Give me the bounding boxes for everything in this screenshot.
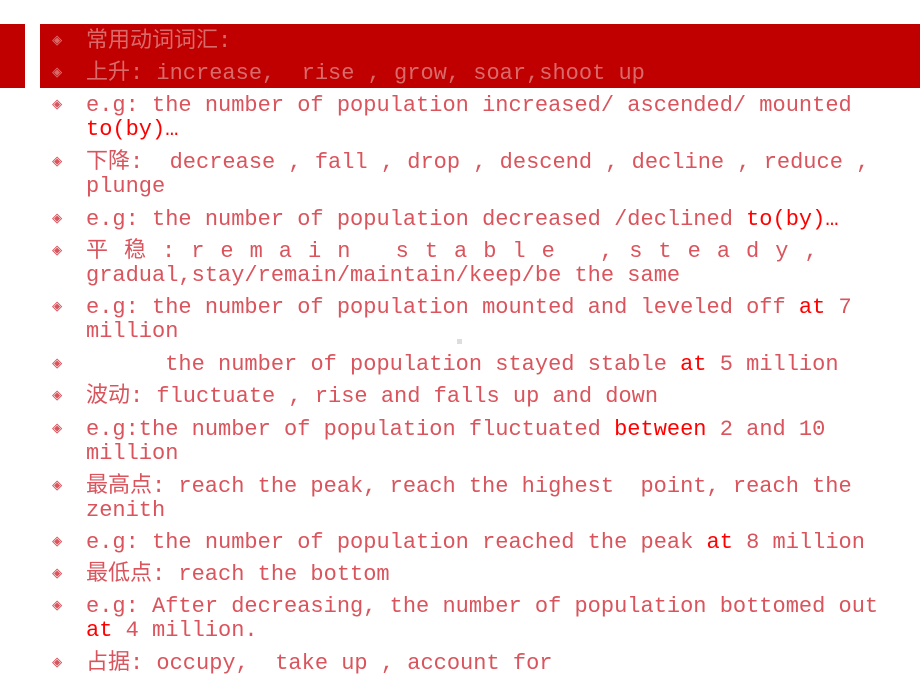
list-item-text: 下降: decrease , fall , drop , descend , d… [86,151,886,199]
highlight-text: at [798,295,826,320]
text-segment: e.g:the number of population fluctuated [86,417,615,442]
highlight-text: at [706,530,733,555]
text-line: 下降: decrease , fall , drop , descend , d… [86,151,886,175]
list-item-text: 占据: occupy, take up , account for [86,652,886,676]
list-item-text: 最高点: reach the peak, reach the highest p… [86,475,886,523]
list-item-text: the number of population stayed stable a… [86,353,886,377]
text-line: 占据: occupy, take up , account for [86,652,886,676]
diamond-bullet-icon: ◈ [52,420,63,439]
diamond-bullet-icon: ◈ [52,242,63,261]
text-line: zenith [86,499,886,523]
text-line: plunge [86,175,886,199]
diamond-bullet-icon: ◈ [52,210,63,229]
text-segment: e.g: the number of population mounted an… [86,295,799,320]
list-item-text: e.g: the number of population mounted an… [86,296,886,344]
text-segment: gradual,stay/remain/maintain/keep/be the… [86,263,681,288]
text-segment: 常用动词词汇: [86,29,232,54]
text-segment: 4 million. [112,618,258,643]
list-item-text: e.g: the number of population increased/… [86,94,886,142]
diamond-bullet-icon: ◈ [52,387,63,406]
text-segment: e.g: the number of population increased/… [86,93,852,118]
text-line: e.g: the number of population mounted an… [86,296,886,320]
highlight-text: to(by)… [746,207,839,232]
diamond-bullet-icon: ◈ [52,654,63,673]
text-segment: e.g: the number of population reached th… [86,530,707,555]
list-item-text: 平稳:remain stable ,steady, gradual,stay/re… [86,240,886,288]
text-segment: 上升: increase, rise , grow, soar,shoot up [86,61,645,86]
diamond-bullet-icon: ◈ [52,477,63,496]
list-item-text: 最低点: reach the bottom [86,563,886,587]
diamond-bullet-icon: ◈ [52,355,63,374]
text-segment: 下降: decrease , fall , drop , descend , d… [86,150,870,175]
text-line: gradual,stay/remain/maintain/keep/be the… [86,264,886,288]
text-segment: 平稳:remain stable ,steady, [86,239,834,264]
text-line: 最高点: reach the peak, reach the highest p… [86,475,886,499]
text-line: 最低点: reach the bottom [86,563,886,587]
text-segment: e.g: the number of population decreased … [86,207,747,232]
text-segment: zenith [86,498,166,523]
text-segment: 8 million [732,530,865,555]
text-segment: 波动: fluctuate , rise and falls up and do… [86,384,659,409]
text-segment: million [86,441,179,466]
text-line: million [86,320,886,344]
list-item-text: e.g:the number of population fluctuated … [86,418,886,466]
text-segment: plunge [86,174,166,199]
text-segment: e.g: After decreasing, the number of pop… [86,594,879,619]
list-item-text: e.g: the number of population decreased … [86,208,886,232]
diamond-bullet-icon: ◈ [52,153,63,172]
text-segment: million [86,319,179,344]
list-item-text: 上升: increase, rise , grow, soar,shoot up [86,62,886,86]
text-line: at 4 million. [86,619,886,643]
text-line: e.g:the number of population fluctuated … [86,418,886,442]
text-segment: 最高点: reach the peak, reach the highest p… [86,474,852,499]
text-line: 常用动词词汇: [86,30,886,54]
diamond-bullet-icon: ◈ [52,96,63,115]
text-segment: the number of population stayed stable [86,352,681,377]
diamond-bullet-icon: ◈ [52,597,63,616]
diamond-bullet-icon: ◈ [52,565,63,584]
diamond-bullet-icon: ◈ [52,64,63,83]
list-item-text: 波动: fluctuate , rise and falls up and do… [86,385,886,409]
text-segment: 5 million [706,352,839,377]
highlight-text: between [614,417,707,442]
highlight-text: at [86,618,113,643]
list-item-text: 常用动词词汇: [86,30,886,54]
text-line: 上升: increase, rise , grow, soar,shoot up [86,62,886,86]
text-line: e.g: After decreasing, the number of pop… [86,595,886,619]
list-item-text: e.g: After decreasing, the number of pop… [86,595,886,643]
text-segment: 最低点: reach the bottom [86,562,390,587]
highlight-text: at [680,352,707,377]
text-line: 波动: fluctuate , rise and falls up and do… [86,385,886,409]
text-line: to(by)… [86,118,886,142]
text-line: e.g: the number of population decreased … [86,208,886,232]
header-accent-block [0,24,25,88]
diamond-bullet-icon: ◈ [52,32,63,51]
text-line: million [86,442,886,466]
text-segment: 7 [825,295,852,320]
diamond-bullet-icon: ◈ [52,533,63,552]
text-line: 平稳:remain stable ,steady, [86,240,886,264]
text-segment: 占据: occupy, take up , account for [86,651,553,676]
text-line: the number of population stayed stable a… [86,353,886,377]
text-line: e.g: the number of population reached th… [86,531,886,555]
list-item-text: e.g: the number of population reached th… [86,531,886,555]
text-segment: 2 and 10 [706,417,826,442]
diamond-bullet-icon: ◈ [52,298,63,317]
highlight-text: to(by)… [86,117,179,142]
text-line: e.g: the number of population increased/… [86,94,886,118]
